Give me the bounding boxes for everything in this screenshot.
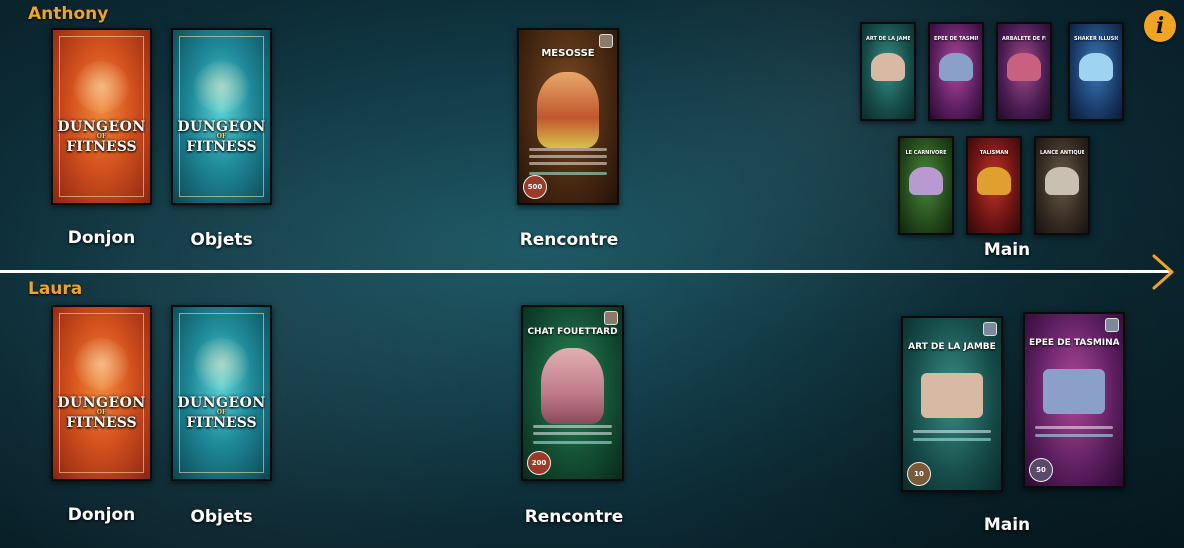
objects-deck-anthony[interactable]: DUNGEON OF FITNESS <box>171 28 272 205</box>
dungeon-label: Donjon <box>67 228 136 248</box>
category-icon <box>599 34 613 48</box>
hand-card[interactable]: TALISMAN <box>966 136 1022 235</box>
objects-label: Objets <box>190 507 253 527</box>
hand-card[interactable]: ART DE LA JAMBE <box>860 22 916 121</box>
deck-logo: DUNGEON OF FITNESS <box>177 395 266 432</box>
hand-label: Main <box>983 515 1031 535</box>
hand-card[interactable]: LANCE ANTIQUE <box>1034 136 1090 235</box>
dungeon-label: Donjon <box>67 505 136 525</box>
dungeon-deck-anthony[interactable]: DUNGEON OF FITNESS <box>51 28 152 205</box>
deck-logo: DUNGEON OF FITNESS <box>177 118 266 155</box>
hand-card[interactable]: SHAKER ILLUSION <box>1068 22 1124 121</box>
monster-illustration <box>540 348 605 424</box>
deck-logo: DUNGEON OF FITNESS <box>57 118 146 155</box>
player-name-anthony: Anthony <box>28 4 109 24</box>
hand-card[interactable]: ARBALÈTE DE FITLAND <box>996 22 1052 121</box>
player-divider <box>0 270 1170 273</box>
chevron-right-icon <box>1152 254 1174 290</box>
hand-card[interactable]: ART DE LA JAMBE 10 <box>901 316 1003 492</box>
deck-logo: DUNGEON OF FITNESS <box>57 395 146 432</box>
encounter-card-anthony[interactable]: MESOSSÉ 500 <box>517 28 619 205</box>
player-name-laura: Laura <box>28 279 83 299</box>
encounter-label: Rencontre <box>524 507 624 527</box>
hand-card[interactable]: LE CARNIVORE <box>898 136 954 235</box>
next-player-button[interactable] <box>1148 254 1178 290</box>
encounter-card-laura[interactable]: CHAT FOUETTARD 200 <box>521 305 624 481</box>
power-value: 200 <box>527 451 551 475</box>
info-icon: i <box>1155 13 1165 39</box>
hand-card[interactable]: ÉPÉE DE TASMINA <box>928 22 984 121</box>
hand-card[interactable]: ÉPÉE DE TASMINA 50 <box>1023 312 1125 488</box>
encounter-label: Rencontre <box>519 230 619 250</box>
power-value: 500 <box>523 175 547 199</box>
objects-label: Objets <box>190 230 253 250</box>
info-button[interactable]: i <box>1144 10 1176 42</box>
category-icon <box>604 311 618 325</box>
hand-label: Main <box>983 240 1031 260</box>
objects-deck-laura[interactable]: DUNGEON OF FITNESS <box>171 305 272 481</box>
monster-illustration <box>536 71 600 148</box>
dungeon-deck-laura[interactable]: DUNGEON OF FITNESS <box>51 305 152 481</box>
